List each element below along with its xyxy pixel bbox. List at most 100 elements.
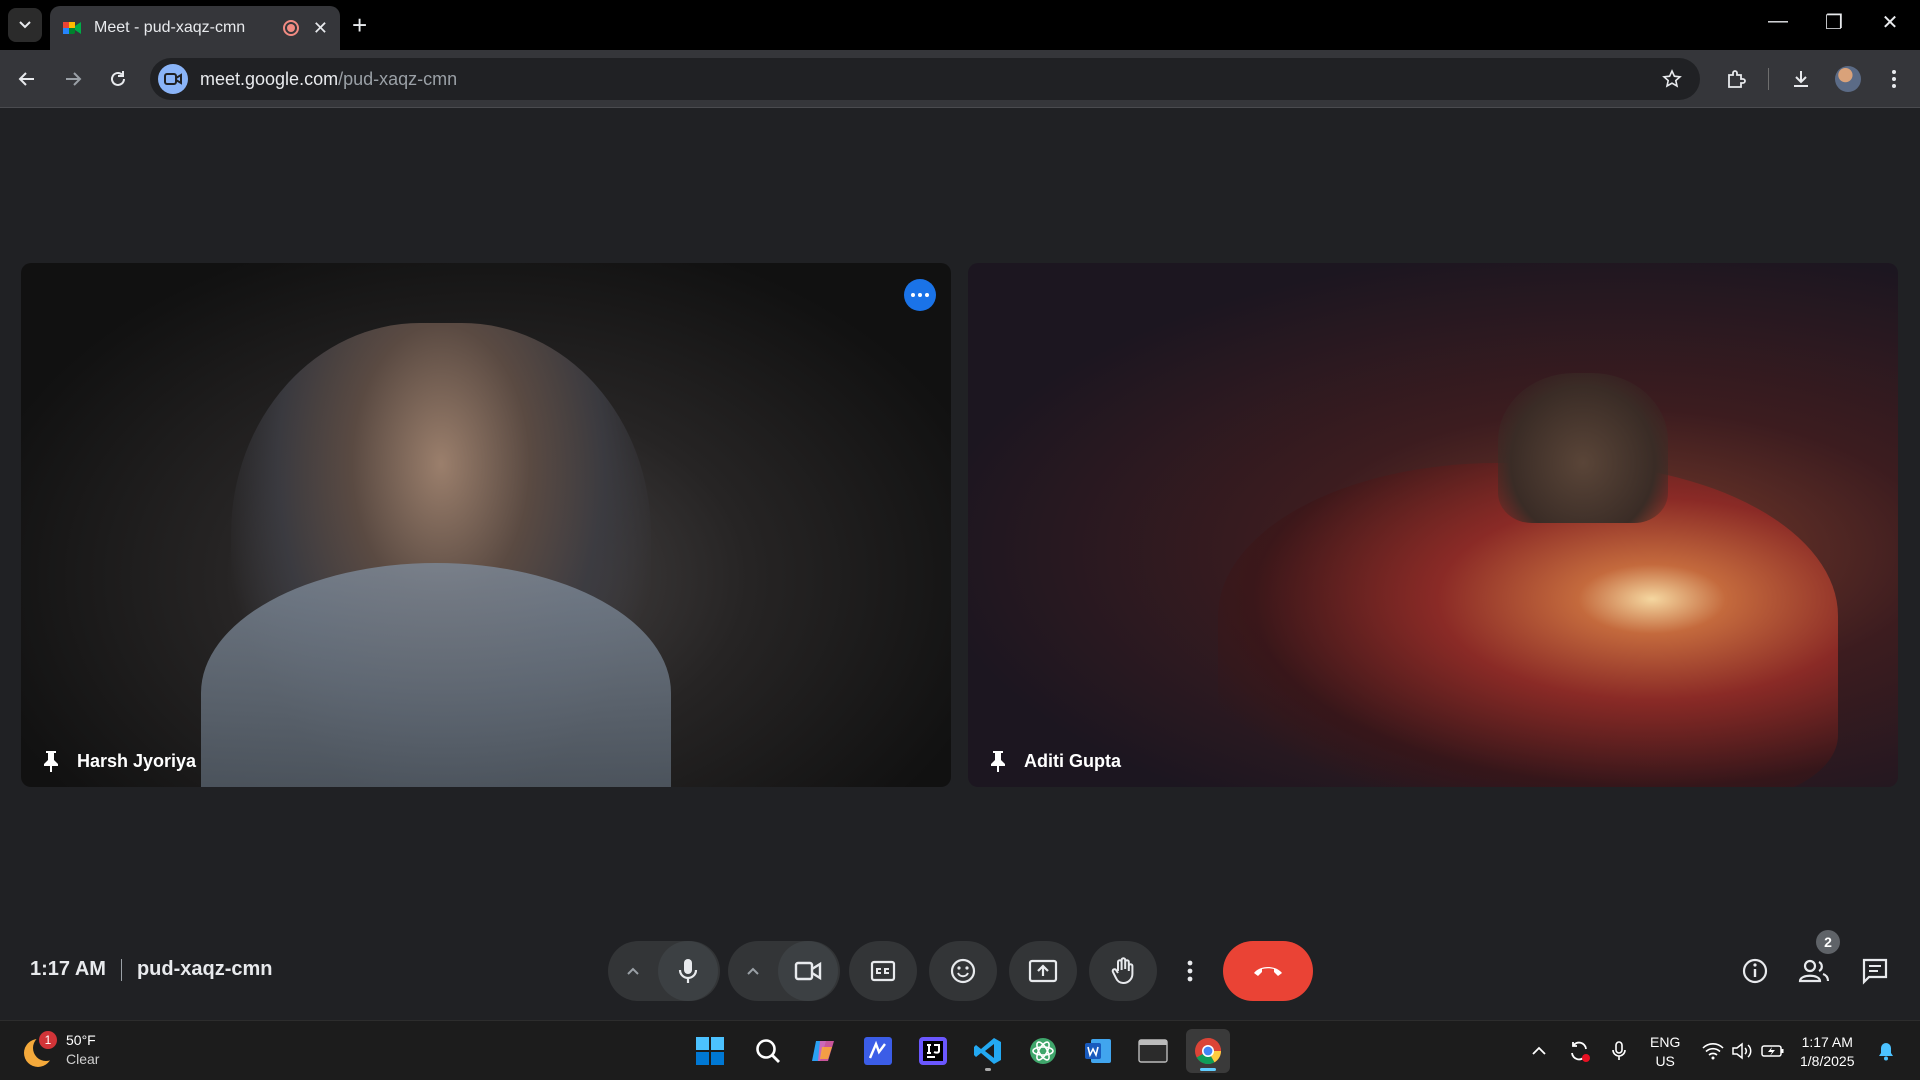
tab-search-button[interactable] xyxy=(8,8,42,42)
reactions-button[interactable] xyxy=(929,941,997,1001)
arrow-right-icon xyxy=(66,72,82,86)
people-button[interactable] xyxy=(1798,955,1830,987)
url-path: /pud-xaqz-cmn xyxy=(338,68,458,89)
taskbar-app-atom[interactable] xyxy=(1021,1029,1065,1073)
reload-button[interactable] xyxy=(103,64,133,94)
chevron-up-icon xyxy=(627,967,639,975)
leave-call-button[interactable] xyxy=(1223,941,1313,1001)
meeting-info-divider xyxy=(120,958,122,981)
taskbar-app-visual-studio[interactable] xyxy=(856,1029,900,1073)
tab-close-icon[interactable]: ✕ xyxy=(313,18,328,39)
profile-button[interactable] xyxy=(1833,64,1863,94)
taskbar-app-chrome[interactable] xyxy=(1186,1029,1230,1073)
wifi-icon xyxy=(1702,1043,1724,1060)
taskbar-app-intellij[interactable] xyxy=(911,1029,955,1073)
input-language-indicator[interactable]: ENG US xyxy=(1650,1033,1680,1071)
microphone-icon xyxy=(678,959,698,983)
close-window-button[interactable]: ✕ xyxy=(1870,10,1910,35)
more-horizontal-icon xyxy=(911,293,929,297)
google-meet-icon xyxy=(63,22,81,34)
camera-control-group xyxy=(728,941,840,1001)
arrow-left-icon xyxy=(18,72,34,86)
sync-status-icon[interactable] xyxy=(1567,1039,1591,1063)
meeting-code: pud-xaqz-cmn xyxy=(136,958,273,980)
camera-button[interactable] xyxy=(778,941,838,1001)
terminal-icon xyxy=(1138,1039,1168,1063)
taskbar-app-vscode[interactable] xyxy=(966,1029,1010,1073)
audio-settings-button[interactable] xyxy=(608,941,658,1001)
chevron-up-icon xyxy=(1532,1046,1546,1055)
present-screen-button[interactable] xyxy=(1009,941,1077,1001)
bell-icon xyxy=(1879,1043,1893,1061)
microphone-button[interactable] xyxy=(658,941,718,1001)
more-options-button[interactable] xyxy=(1174,941,1206,1001)
meeting-time: 1:17 AM xyxy=(30,958,106,980)
word-icon xyxy=(1085,1039,1111,1063)
weather-badge: 1 xyxy=(39,1031,57,1049)
new-tab-button[interactable]: + xyxy=(352,10,367,40)
back-button[interactable] xyxy=(12,64,42,94)
toolbar-divider xyxy=(1768,68,1769,90)
video-camera-icon xyxy=(164,73,182,85)
participant-count-badge: 2 xyxy=(1816,930,1840,954)
taskbar-app-copilot[interactable] xyxy=(801,1029,845,1073)
network-icon[interactable] xyxy=(1701,1039,1725,1063)
downloads-button[interactable] xyxy=(1786,64,1816,94)
site-info-icon[interactable] xyxy=(158,64,188,94)
present-screen-icon xyxy=(1028,959,1058,983)
participant-tile-1[interactable]: Harsh Jyoriya xyxy=(21,263,951,787)
copilot-icon xyxy=(812,1041,834,1061)
pin-icon[interactable] xyxy=(43,749,59,773)
clock-date: 1/8/2025 xyxy=(1800,1053,1855,1069)
puzzle-icon xyxy=(1728,70,1746,88)
chrome-icon xyxy=(1195,1038,1222,1065)
pin-icon[interactable] xyxy=(990,749,1006,773)
weather-condition: Clear xyxy=(66,1051,100,1067)
battery-icon[interactable] xyxy=(1761,1039,1785,1063)
participant-name-label: Aditi Gupta xyxy=(990,749,1121,773)
running-indicator xyxy=(1200,1068,1216,1071)
bookmark-star-icon[interactable] xyxy=(1662,69,1682,89)
running-indicator xyxy=(985,1068,991,1071)
taskbar-app-terminal[interactable] xyxy=(1131,1029,1175,1073)
raise-hand-icon xyxy=(1111,957,1134,984)
address-bar[interactable]: meet.google.com/pud-xaqz-cmn xyxy=(150,58,1700,100)
participant-name-label: Harsh Jyoriya xyxy=(43,749,196,773)
weather-temperature: 50°F xyxy=(66,1032,96,1048)
video-camera-icon xyxy=(794,961,822,981)
download-icon xyxy=(1794,71,1808,87)
microphone-icon xyxy=(1612,1041,1626,1060)
browser-tab-strip: Meet - pud-xaqz-cmn ✕ + — ❐ ✕ xyxy=(0,0,1920,50)
people-icon xyxy=(1798,959,1830,983)
meeting-details: 1:17 AM pud-xaqz-cmn xyxy=(30,958,273,981)
intellij-icon xyxy=(919,1037,947,1065)
restore-button[interactable]: ❐ xyxy=(1814,10,1854,35)
microphone-in-use-icon[interactable] xyxy=(1607,1039,1631,1063)
captions-button[interactable] xyxy=(849,941,917,1001)
notifications-button[interactable] xyxy=(1874,1039,1898,1063)
start-button[interactable] xyxy=(688,1029,732,1073)
chat-button[interactable] xyxy=(1859,955,1891,987)
weather-widget[interactable]: 1 50°F Clear xyxy=(22,1031,99,1069)
avatar xyxy=(1835,66,1861,92)
show-hidden-icons-button[interactable] xyxy=(1527,1039,1551,1063)
extensions-button[interactable] xyxy=(1721,64,1751,94)
minimize-button[interactable]: — xyxy=(1758,10,1798,33)
browser-toolbar: meet.google.com/pud-xaqz-cmn xyxy=(0,50,1920,108)
participant-tile-2[interactable]: Aditi Gupta xyxy=(968,263,1898,787)
system-clock[interactable]: 1:17 AM 1/8/2025 xyxy=(1800,1033,1855,1071)
tile-more-options-button[interactable] xyxy=(904,279,936,311)
raise-hand-button[interactable] xyxy=(1089,941,1157,1001)
meeting-details-button[interactable] xyxy=(1739,955,1771,987)
taskbar-app-word[interactable] xyxy=(1076,1029,1120,1073)
video-settings-button[interactable] xyxy=(728,941,778,1001)
participant-video-hat xyxy=(1498,373,1668,523)
chevron-up-icon xyxy=(747,967,759,975)
browser-tab-meet[interactable]: Meet - pud-xaqz-cmn ✕ xyxy=(50,6,340,50)
reload-icon xyxy=(111,71,125,86)
volume-icon[interactable] xyxy=(1730,1039,1754,1063)
chrome-menu-button[interactable] xyxy=(1879,64,1909,94)
taskbar-search-button[interactable] xyxy=(746,1029,790,1073)
forward-button[interactable] xyxy=(58,64,88,94)
battery-charging-icon xyxy=(1761,1045,1784,1057)
